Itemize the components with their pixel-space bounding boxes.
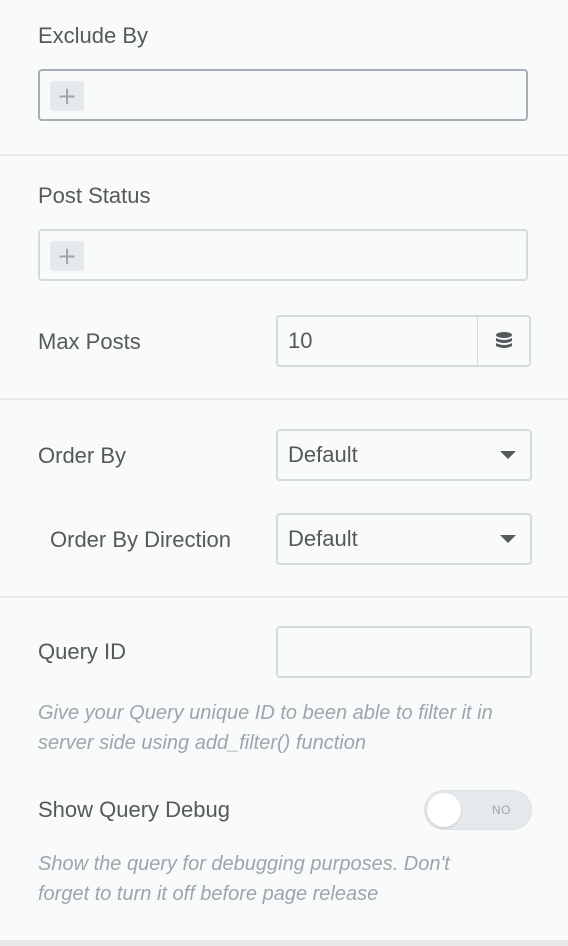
- post-status-label: Post Status: [38, 183, 151, 208]
- order-direction-select[interactable]: Default: [276, 513, 532, 565]
- chevron-down-icon: [500, 535, 516, 543]
- section-divider: [0, 398, 568, 400]
- query-id-help: Give your Query unique ID to been able t…: [38, 698, 548, 758]
- toggle-knob: [427, 793, 461, 827]
- query-settings-panel: Exclude By + Post Status + Max Posts 10 …: [0, 0, 568, 946]
- order-by-value: Default: [288, 442, 358, 467]
- add-post-status-plus-icon[interactable]: +: [50, 241, 84, 271]
- query-id-help-line: Give your Query unique ID to been able t…: [38, 702, 493, 724]
- query-id-input[interactable]: [276, 626, 532, 678]
- section-divider: [0, 154, 568, 156]
- chevron-down-icon: [500, 451, 516, 459]
- add-exclude-plus-icon[interactable]: +: [50, 81, 84, 111]
- order-direction-label: Order By Direction: [50, 527, 231, 552]
- query-debug-help: Show the query for debugging purposes. D…: [38, 849, 548, 909]
- order-by-label: Order By: [38, 443, 127, 468]
- dynamic-tags-button[interactable]: [477, 315, 531, 367]
- query-debug-label: Show Query Debug: [38, 797, 230, 822]
- query-debug-help-line: Show the query for debugging purposes. D…: [38, 853, 450, 875]
- exclude-by-select[interactable]: +: [38, 69, 528, 121]
- max-posts-input[interactable]: 10: [276, 315, 478, 367]
- database-icon: [496, 332, 512, 348]
- query-debug-toggle[interactable]: NO: [424, 790, 532, 830]
- exclude-by-label: Exclude By: [38, 23, 149, 48]
- query-debug-help-line: forget to turn it off before page releas…: [38, 883, 379, 905]
- query-id-help-line: server side using add_filter() function: [38, 732, 366, 754]
- post-status-select[interactable]: +: [38, 229, 528, 281]
- toggle-state-text: NO: [492, 803, 511, 817]
- query-id-label: Query ID: [38, 639, 127, 664]
- panel-bottom-border: [0, 940, 568, 946]
- max-posts-value: 10: [288, 328, 313, 353]
- max-posts-label: Max Posts: [38, 329, 141, 354]
- order-direction-value: Default: [288, 526, 358, 551]
- order-by-select[interactable]: Default: [276, 429, 532, 481]
- section-divider: [0, 596, 568, 598]
